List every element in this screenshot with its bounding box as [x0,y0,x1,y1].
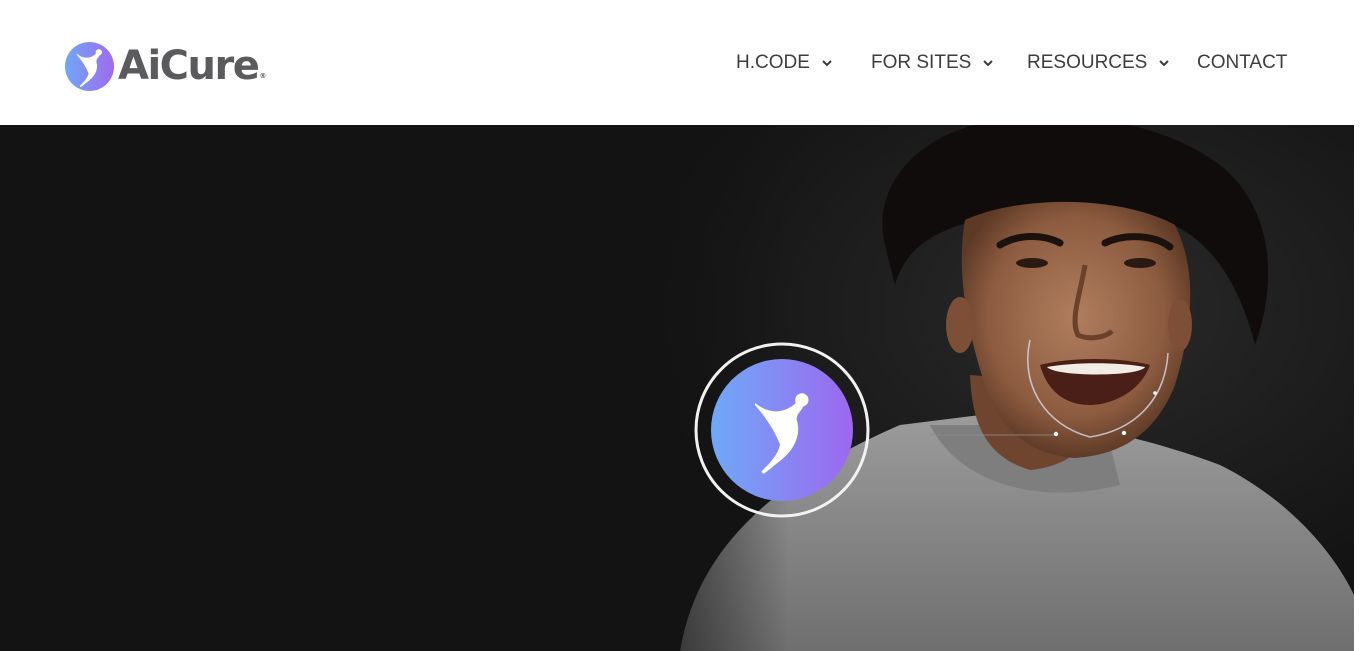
chevron-down-icon [822,60,832,67]
hero-banner [0,125,1354,651]
page-edge [1354,125,1366,651]
nav-item-label: CONTACT [1197,52,1288,73]
nav-item-contact[interactable]: CONTACT [1197,47,1287,79]
nav-item-label: H.CODE [736,52,810,73]
brand-name: AiCure [118,43,260,89]
nav-item-label: FOR SITES [871,52,972,73]
aicure-badge [694,342,870,518]
nav-item-for-sites[interactable]: FOR SITES [871,47,994,79]
nav-item-resources[interactable]: RESOURCES [1027,47,1170,79]
nav-item-label: RESOURCES [1027,52,1148,73]
aicure-figure-icon [64,41,115,91]
aicure-logo[interactable]: AiCure ® [64,40,266,92]
registered-mark: ® [259,72,267,80]
site-header: AiCure ® H.CODE FOR SITES RESOURCES CONTA… [0,0,1366,125]
chevron-down-icon [1159,60,1170,67]
nav-item-hcode[interactable]: H.CODE [736,47,833,79]
brand-wordmark: AiCure ® [118,40,266,92]
chevron-down-icon [983,60,994,67]
